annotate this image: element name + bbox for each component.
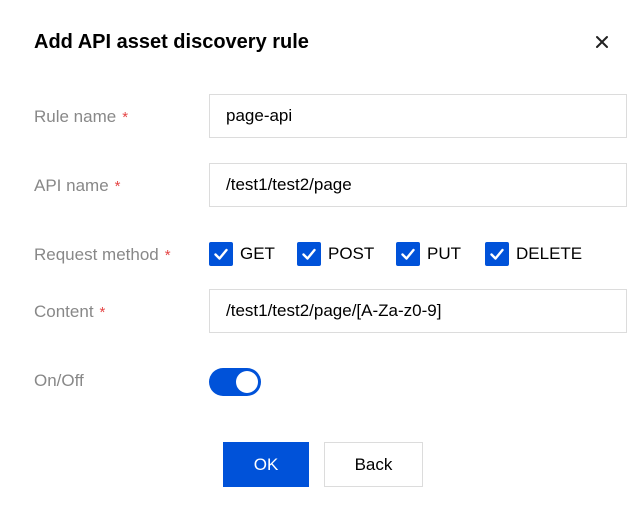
on-off-label: On/Off (34, 371, 84, 390)
on-off-toggle[interactable] (209, 368, 261, 396)
checkbox-put-label: PUT (427, 244, 461, 263)
checkbox-delete-label: DELETE (516, 244, 583, 263)
rule-name-input[interactable]: page-api (209, 94, 627, 138)
checkbox-checked-icon (297, 242, 321, 266)
required-mark: * (99, 304, 106, 321)
required-mark: * (164, 247, 171, 264)
checkbox-put[interactable]: PUT (396, 241, 461, 267)
content-label-text: Content (34, 302, 94, 321)
checkbox-get-label: GET (240, 244, 275, 263)
checkbox-checked-icon (485, 242, 509, 266)
checkbox-checked-icon (209, 242, 233, 266)
checkbox-post-label: POST (328, 244, 375, 263)
close-icon[interactable] (589, 29, 615, 55)
content-label: Content * (34, 301, 105, 324)
checkbox-checked-icon (396, 242, 420, 266)
request-method-label: Request method * (34, 244, 171, 267)
dialog-title: Add API asset discovery rule (34, 31, 309, 53)
content-input[interactable]: /test1/test2/page/[A-Za-z0-9] (209, 289, 627, 333)
api-name-label: API name * (34, 175, 121, 198)
rule-name-label: Rule name * (34, 106, 128, 129)
back-button[interactable]: Back (324, 442, 423, 487)
api-name-label-text: API name (34, 176, 109, 195)
required-mark: * (122, 109, 129, 126)
checkbox-get[interactable]: GET (209, 241, 275, 267)
checkbox-post[interactable]: POST (297, 241, 374, 267)
toggle-knob (236, 371, 258, 393)
checkbox-delete[interactable]: DELETE (485, 241, 582, 267)
ok-button[interactable]: OK (223, 442, 309, 487)
rule-name-label-text: Rule name (34, 107, 117, 126)
request-method-label-text: Request method (34, 245, 159, 264)
api-name-input[interactable]: /test1/test2/page (209, 163, 627, 207)
required-mark: * (114, 178, 121, 195)
add-rule-dialog: Add API asset discovery rule Rule name * … (0, 0, 642, 509)
